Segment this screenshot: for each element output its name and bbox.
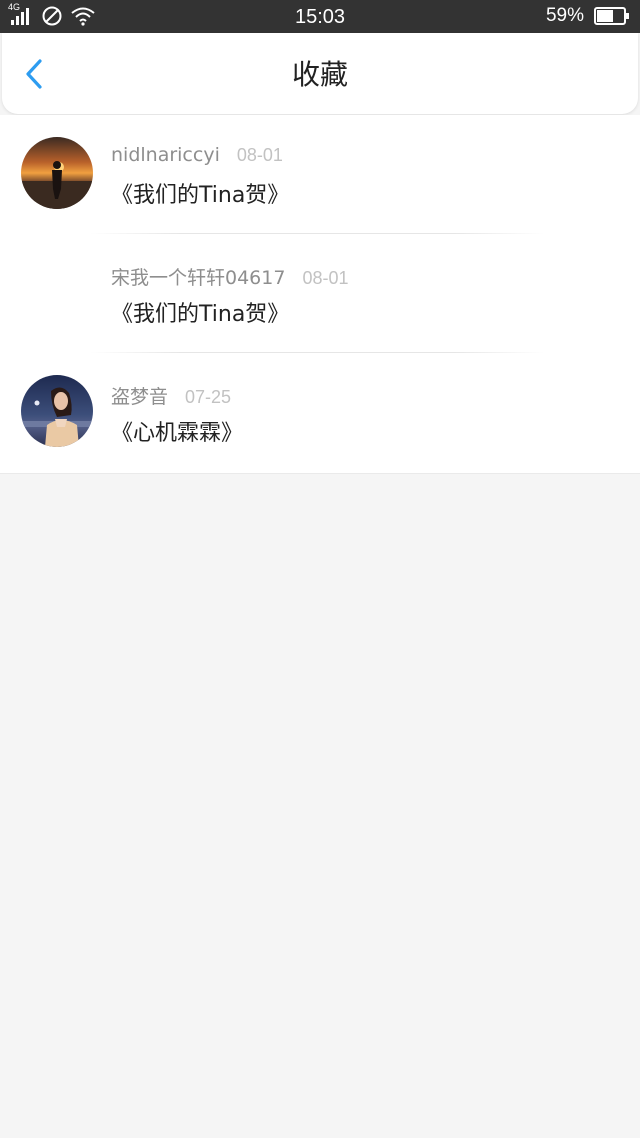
app-header: 收藏 (2, 33, 638, 114)
status-bar: 4G 15:03 59% (0, 0, 640, 33)
status-right: 59% (546, 5, 630, 27)
date: 07-25 (185, 387, 232, 407)
favorite-title[interactable]: 《我们的Tina贺》 (111, 296, 289, 328)
item-meta: 盗梦音 07-25 (111, 382, 231, 409)
avatar[interactable] (21, 137, 93, 209)
list-item[interactable]: 盗梦音 07-25 《心机霖霖》 (0, 353, 640, 472)
favorite-title[interactable]: 《我们的Tina贺》 (111, 177, 289, 209)
favorite-title[interactable]: 《心机霖霖》 (111, 415, 243, 447)
date: 08-01 (302, 268, 349, 288)
username[interactable]: nidlnariccyi (111, 144, 220, 166)
item-meta: 宋我一个轩轩04617 08-01 (111, 263, 349, 290)
item-meta: nidlnariccyi 08-01 (111, 144, 283, 166)
page-title: 收藏 (291, 58, 348, 91)
favorites-list: nidlnariccyi 08-01 《我们的Tina贺》 宋我一个轩轩0461… (0, 115, 640, 474)
avatar[interactable] (21, 375, 93, 447)
battery-percent: 59% (545, 5, 584, 26)
date: 08-01 (236, 145, 283, 165)
username[interactable]: 盗梦音 (111, 382, 168, 409)
list-item[interactable]: nidlnariccyi 08-01 《我们的Tina贺》 (0, 115, 640, 234)
status-time: 15:03 (294, 6, 346, 28)
username[interactable]: 宋我一个轩轩04617 (111, 263, 285, 290)
list-item[interactable]: 宋我一个轩轩04617 08-01 《我们的Tina贺》 (0, 234, 640, 353)
battery-icon (594, 7, 629, 25)
